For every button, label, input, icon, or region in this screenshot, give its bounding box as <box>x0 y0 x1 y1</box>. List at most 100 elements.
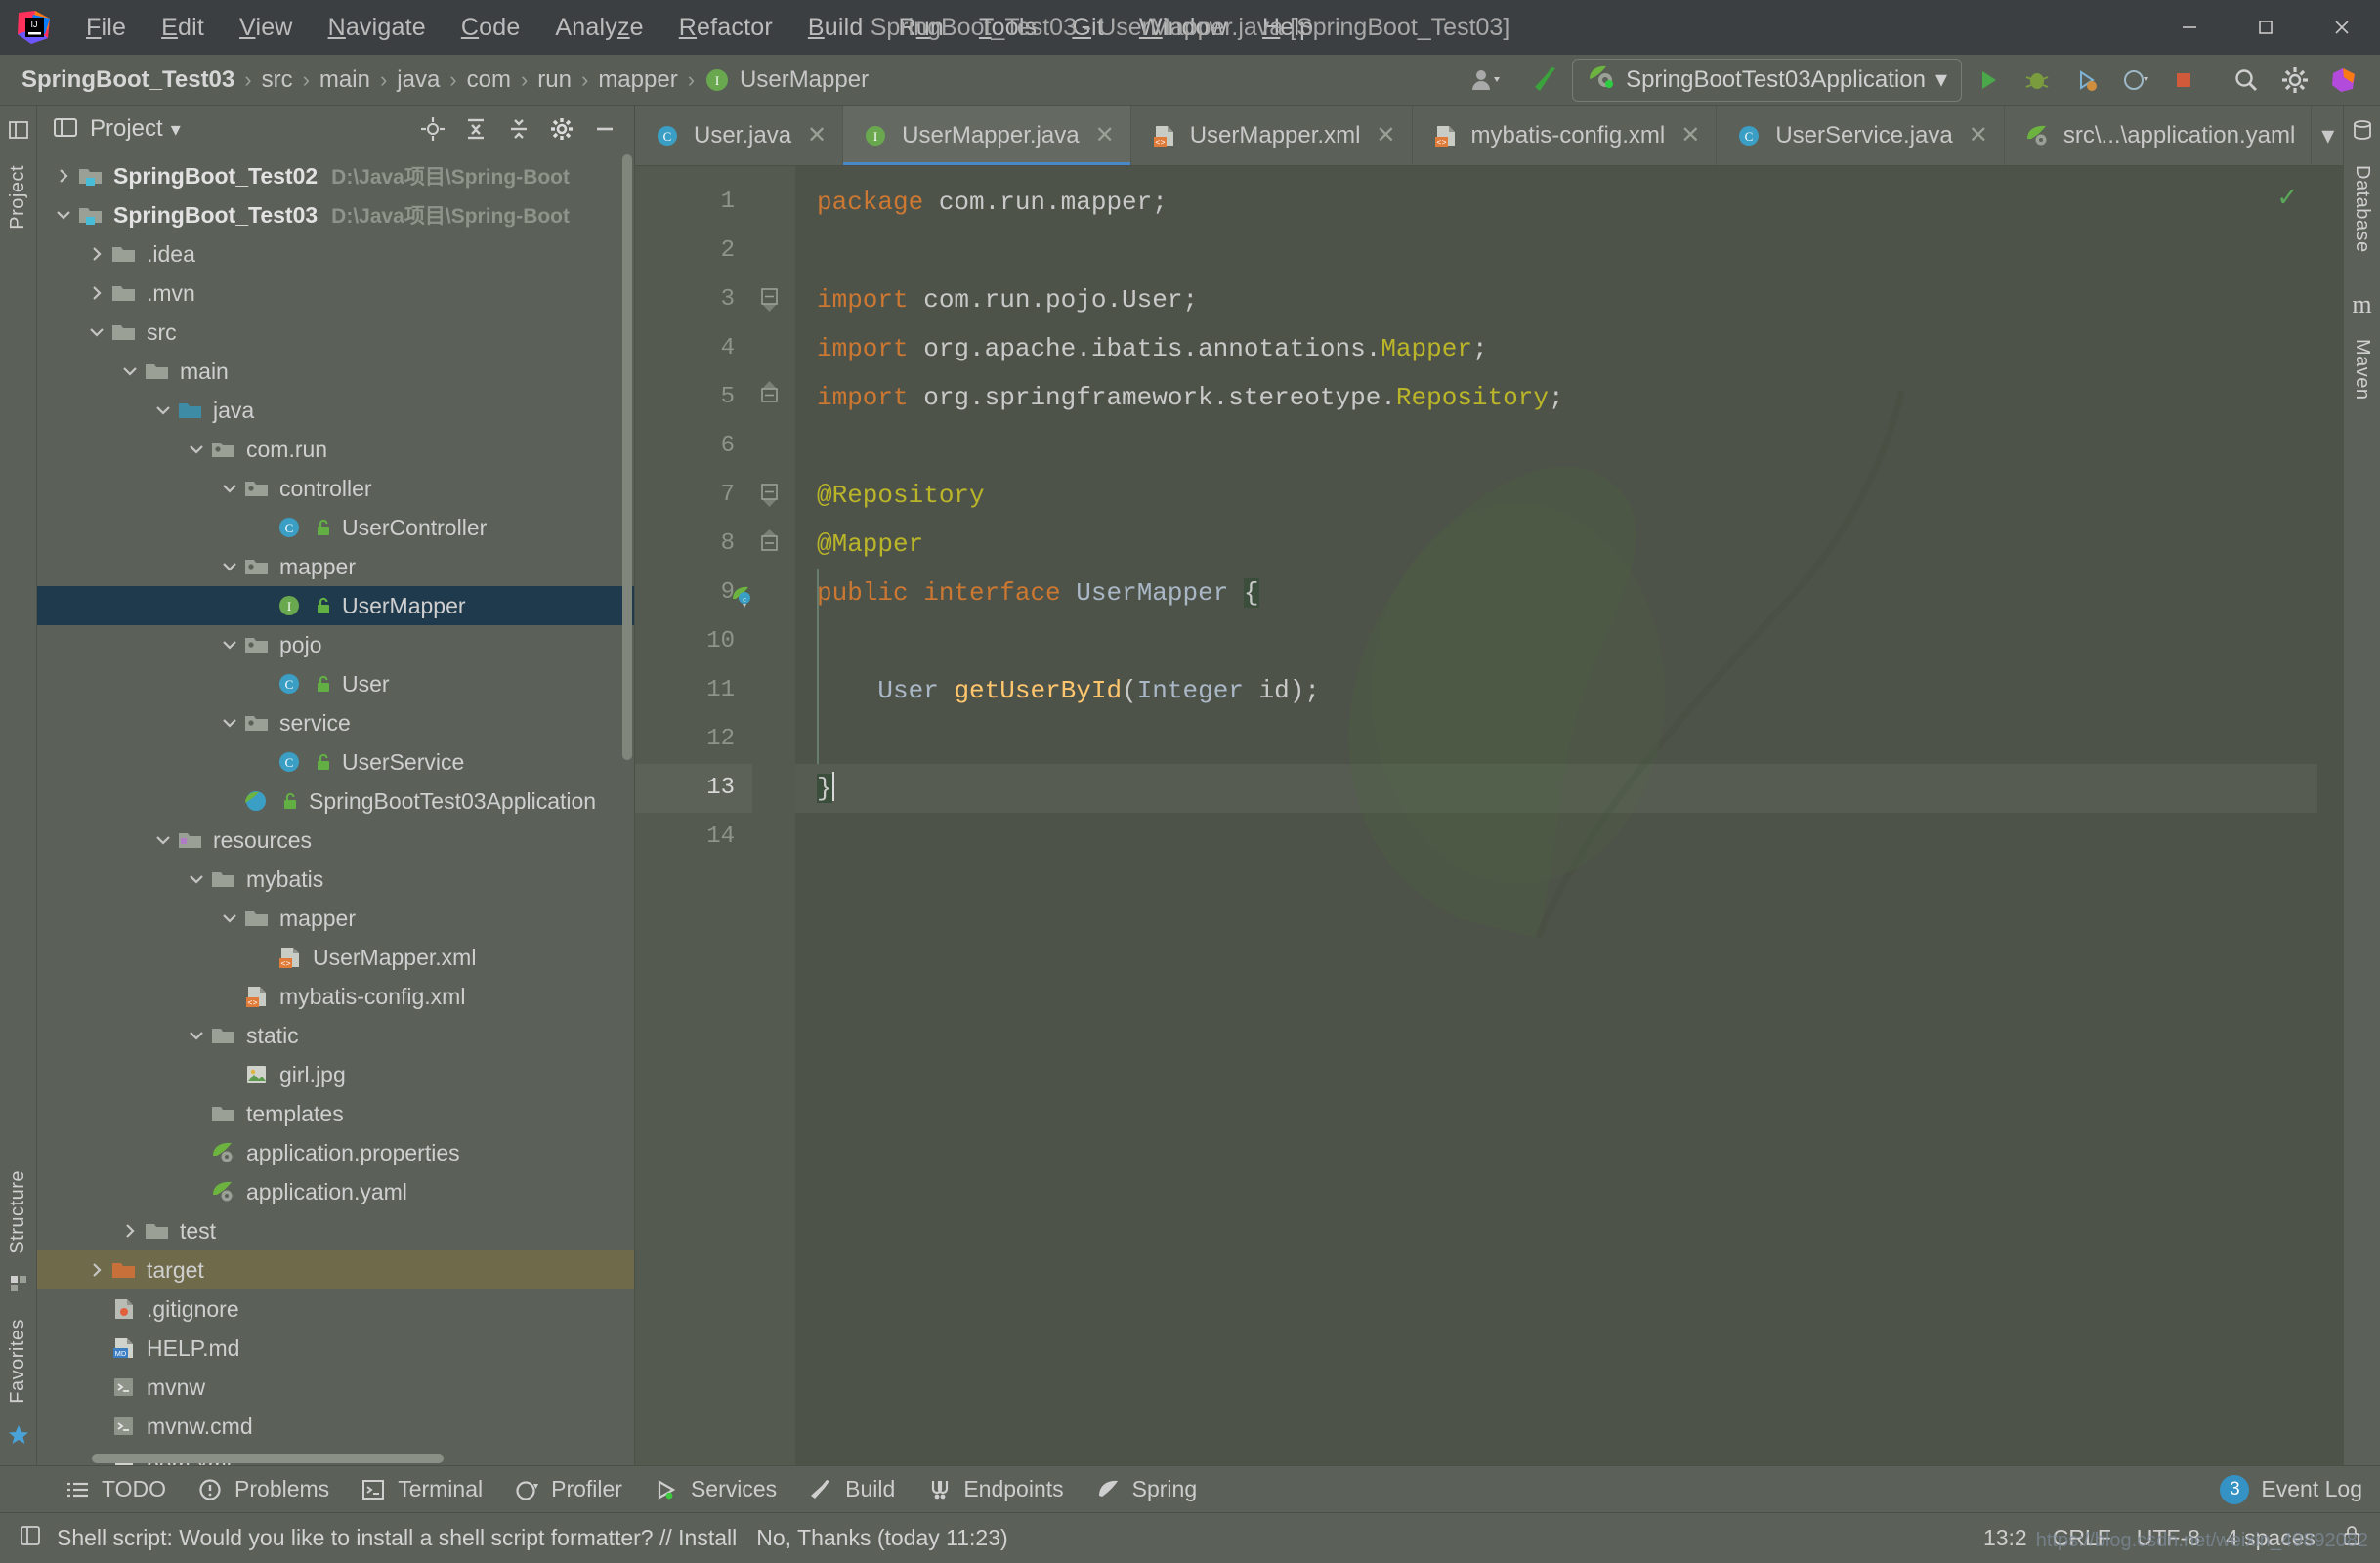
tree-item-help-md[interactable]: MD HELP.md <box>37 1329 634 1368</box>
line-number-1[interactable]: 1 <box>635 178 752 227</box>
close-icon[interactable]: ✕ <box>807 121 827 149</box>
profile-button[interactable] <box>2112 59 2157 102</box>
tree-item-static[interactable]: static <box>37 1016 634 1055</box>
project-view-icon[interactable] <box>8 119 29 146</box>
tree-chevron-icon[interactable] <box>217 908 242 929</box>
database-icon[interactable] <box>2352 119 2373 146</box>
sidebar-item-maven[interactable]: Maven <box>2351 327 2373 412</box>
tree-item--gitignore[interactable]: .gitignore <box>37 1289 634 1329</box>
stop-button[interactable] <box>2161 59 2206 102</box>
user-account-button[interactable] <box>1455 59 1519 102</box>
project-settings-gear-icon[interactable] <box>542 109 581 148</box>
breadcrumb-run[interactable]: run <box>537 66 572 94</box>
line-number-12[interactable]: 12 <box>635 715 752 764</box>
editor-tab-userservice-java[interactable]: C UserService.java ✕ <box>1717 106 2005 165</box>
menu-edit[interactable]: Edit <box>144 8 222 48</box>
run-with-coverage-button[interactable] <box>2063 59 2108 102</box>
tool-window-bar[interactable]: TODO Problems Terminal Profiler Services Buil… <box>0 1465 2380 1512</box>
tree-item-mapper[interactable]: mapper <box>37 547 634 586</box>
tree-chevron-icon[interactable] <box>51 204 76 226</box>
breadcrumb-project[interactable]: SpringBoot_Test03 <box>21 66 234 94</box>
tab-overflow-button[interactable]: ▾ <box>2312 106 2343 165</box>
menu-view[interactable]: View <box>222 8 311 48</box>
tree-item-com-run[interactable]: com.run <box>37 430 634 469</box>
tree-item-service[interactable]: service <box>37 703 634 742</box>
breadcrumb-java[interactable]: java <box>397 66 440 94</box>
editor-tab-usermapper-xml[interactable]: <> UserMapper.xml ✕ <box>1131 106 1413 165</box>
tree-chevron-icon[interactable] <box>117 1220 143 1242</box>
event-log-button[interactable]: 3 Event Log <box>2220 1474 2380 1504</box>
tree-chevron-icon[interactable] <box>51 165 76 187</box>
fold-marker-line-8[interactable] <box>752 520 795 569</box>
tree-item-application-yaml[interactable]: application.yaml <box>37 1172 634 1211</box>
tree-item-test[interactable]: test <box>37 1211 634 1250</box>
code-line-2[interactable] <box>795 227 2317 275</box>
tree-chevron-icon[interactable] <box>117 360 143 382</box>
tree-item-target[interactable]: target <box>37 1250 634 1289</box>
hide-panel-button[interactable] <box>585 109 624 148</box>
tree-item-girl-jpg[interactable]: girl.jpg <box>37 1055 634 1094</box>
line-number-3[interactable]: 3 <box>635 275 752 324</box>
tree-item-usercontroller[interactable]: C UserController <box>37 508 634 547</box>
close-icon[interactable]: ✕ <box>1095 121 1115 149</box>
tree-chevron-icon[interactable] <box>84 282 109 304</box>
tree-chevron-icon[interactable] <box>217 634 242 655</box>
tree-chevron-icon[interactable] <box>184 439 209 460</box>
line-number-2[interactable]: 2 <box>635 227 752 275</box>
code-line-3[interactable]: import com.run.pojo.User; <box>795 275 2317 324</box>
code-line-9[interactable]: public interface UserMapper { <box>795 569 2317 617</box>
fold-marker-line-7[interactable] <box>752 471 795 520</box>
breadcrumb-mapper[interactable]: mapper <box>598 66 677 94</box>
project-horizontal-scrollbar[interactable] <box>92 1454 444 1463</box>
tree-item-mvnw-cmd[interactable]: mvnw.cmd <box>37 1407 634 1446</box>
close-icon[interactable]: ✕ <box>1376 121 1395 149</box>
tree-chevron-icon[interactable] <box>217 712 242 734</box>
close-button[interactable] <box>2304 0 2380 55</box>
toolwindow-todo[interactable]: TODO <box>49 1472 182 1506</box>
fold-marker-line-3[interactable] <box>752 275 795 324</box>
menu-analyze[interactable]: Analyze <box>537 8 660 48</box>
tree-item-userservice[interactable]: C UserService <box>37 742 634 782</box>
menu-file[interactable]: File <box>68 8 144 48</box>
gear-icon[interactable] <box>2273 59 2317 102</box>
toolwindow-endpoints[interactable]: Endpoints <box>911 1472 1079 1506</box>
tree-item-usermapper[interactable]: I UserMapper <box>37 586 634 625</box>
editor-scrollbar[interactable] <box>2317 166 2343 1465</box>
tree-chevron-icon[interactable] <box>84 243 109 265</box>
run-button[interactable] <box>1966 59 2011 102</box>
tree-item-mybatis[interactable]: mybatis <box>37 860 634 899</box>
expand-all-button[interactable] <box>456 109 495 148</box>
tree-chevron-icon[interactable] <box>84 321 109 343</box>
code-line-10[interactable] <box>795 617 2317 666</box>
line-number-13[interactable]: 13 <box>635 764 752 813</box>
minimize-button[interactable] <box>2151 0 2228 55</box>
tree-item-springboot-test03[interactable]: SpringBoot_Test03 D:\Java项目\Spring-Boot <box>37 195 634 234</box>
line-number-4[interactable]: 4 <box>635 324 752 373</box>
tree-item-usermapper-xml[interactable]: <> UserMapper.xml <box>37 938 634 977</box>
maximize-button[interactable] <box>2228 0 2304 55</box>
tree-chevron-icon[interactable] <box>217 478 242 499</box>
menu-code[interactable]: Code <box>444 8 538 48</box>
chevron-down-icon[interactable]: ▾ <box>2321 120 2334 150</box>
tree-item-user[interactable]: C User <box>37 664 634 703</box>
tree-item-java[interactable]: java <box>37 391 634 430</box>
toolwindow-services[interactable]: Services <box>638 1472 792 1506</box>
line-number-6[interactable]: 6 <box>635 422 752 471</box>
status-action-link[interactable]: No, Thanks (today 11:23) <box>756 1525 1007 1551</box>
code-editor[interactable]: 1 2 3 4 5 6 7 8 9 c 10 11 12 13 14 ✓ package com.run.m… <box>635 166 2343 1465</box>
menu-build[interactable]: Build <box>790 8 881 48</box>
editor-tab-user-java[interactable]: C User.java ✕ <box>635 106 844 165</box>
tree-item-resources[interactable]: resources <box>37 821 634 860</box>
sidebar-item-favorites[interactable]: Favorites <box>7 1307 29 1415</box>
editor-tab-src-application-yaml[interactable]: src\...\application.yaml <box>2005 106 2313 165</box>
tree-chevron-icon[interactable] <box>150 400 176 421</box>
scroll-from-source-button[interactable] <box>413 109 452 148</box>
breadcrumb-com[interactable]: com <box>467 66 511 94</box>
breadcrumb-main[interactable]: main <box>319 66 370 94</box>
project-tree[interactable]: SpringBoot_Test02 D:\Java项目\Spring-Boot Sp… <box>37 152 634 1465</box>
tree-item-application-properties[interactable]: application.properties <box>37 1133 634 1172</box>
code-line-4[interactable]: import org.apache.ibatis.annotations.Map… <box>795 324 2317 373</box>
code-line-7[interactable]: @Repository <box>795 471 2317 520</box>
project-vertical-scrollbar[interactable] <box>622 154 632 760</box>
tree-item-mybatis-config-xml[interactable]: <> mybatis-config.xml <box>37 977 634 1016</box>
